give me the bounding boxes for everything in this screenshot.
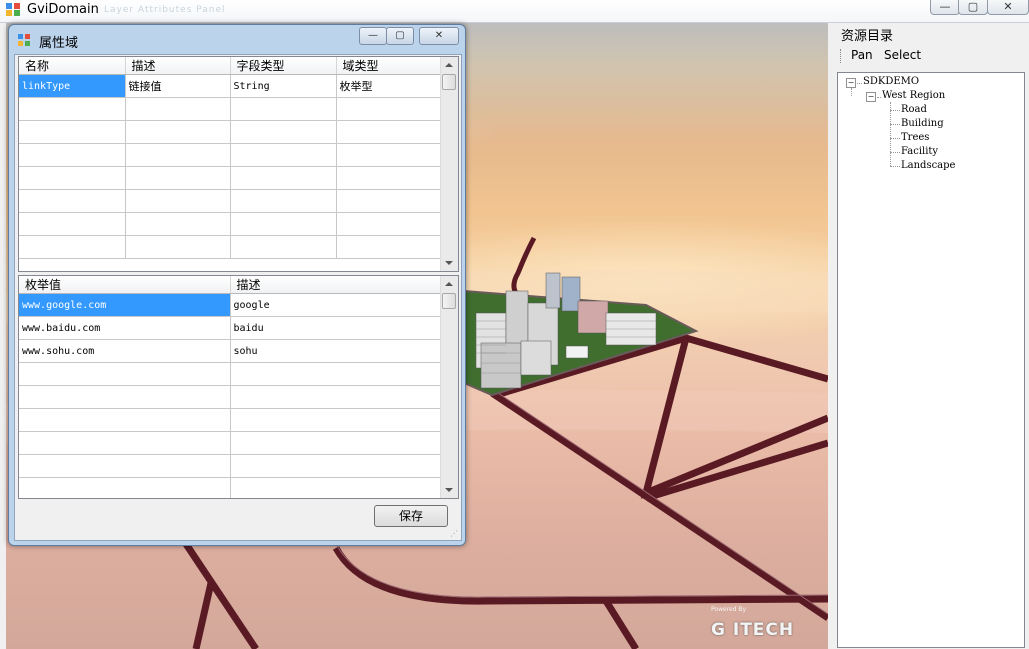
table-row[interactable] [19, 235, 442, 259]
cell-enum-value[interactable]: www.sohu.com [19, 339, 231, 363]
enum-values-table: 枚举值 描述 www.google.com google www.baidu.c… [19, 276, 442, 498]
dialog-close-button[interactable]: ✕ [419, 27, 459, 45]
table-row[interactable]: linkType 链接值 String 枚举型 [19, 74, 442, 98]
catalog-toolbar: Pan Select [836, 44, 1026, 68]
app-icon [6, 3, 20, 16]
collapse-west-region-icon[interactable]: − [866, 92, 876, 102]
table-row[interactable] [19, 454, 442, 478]
domains-header-row: 名称 描述 字段类型 域类型 [19, 57, 442, 75]
main-window-titlebar: GviDomain Layer Attributes Panel — ▢ ✕ [0, 0, 1029, 23]
cell-description[interactable]: 链接值 [125, 74, 231, 98]
table-row[interactable]: www.google.com google [19, 293, 442, 317]
table-row[interactable]: www.sohu.com sohu [19, 339, 442, 363]
cell-domain-type[interactable]: 枚举型 [336, 74, 442, 98]
col-header-value-description[interactable]: 描述 [230, 276, 442, 294]
domains-scrollbar[interactable] [440, 57, 458, 271]
panel-title: 资源目录 [841, 29, 894, 44]
powered-by-label: Powered By [711, 606, 747, 613]
cell-enum-value[interactable]: www.baidu.com [19, 316, 231, 340]
minimize-button[interactable]: — [930, 0, 960, 15]
scroll-down-icon[interactable] [445, 261, 453, 265]
dialog-minimize-button[interactable]: — [359, 27, 387, 45]
collapse-root-icon[interactable]: − [846, 78, 856, 88]
cell-name[interactable]: linkType [19, 74, 126, 98]
maximize-button[interactable]: ▢ [958, 0, 988, 15]
table-row[interactable] [19, 362, 442, 386]
table-row[interactable] [19, 166, 442, 190]
tree-node-root[interactable]: SDKDEMO [863, 76, 919, 87]
scroll-up-icon[interactable] [445, 63, 453, 67]
table-row[interactable]: www.baidu.com baidu [19, 316, 442, 340]
select-button[interactable]: Select [884, 48, 921, 62]
cell-value-description[interactable]: baidu [230, 316, 442, 340]
table-row[interactable] [19, 408, 442, 432]
window-title: GviDomain [27, 2, 99, 17]
tree-node-building[interactable]: Building [901, 118, 944, 129]
dialog-app-icon [18, 34, 30, 46]
table-row[interactable] [19, 97, 442, 121]
cell-value-description[interactable]: sohu [230, 339, 442, 363]
domains-table: 名称 描述 字段类型 域类型 linkType 链接值 String 枚举型 [19, 57, 442, 259]
scroll-thumb[interactable] [442, 74, 456, 90]
tree-node-landscape[interactable]: Landscape [901, 160, 955, 171]
cell-value-description[interactable]: google [230, 293, 442, 317]
table-row[interactable] [19, 143, 442, 167]
window-ghost-title: Layer Attributes Panel [104, 5, 226, 15]
tree-node-facility[interactable]: Facility [901, 146, 938, 157]
dialog-body: 名称 描述 字段类型 域类型 linkType 链接值 String 枚举型 枚… [14, 54, 462, 541]
col-header-enum-value[interactable]: 枚举值 [19, 276, 231, 294]
cell-enum-value[interactable]: www.google.com [19, 293, 231, 317]
scroll-thumb[interactable] [442, 293, 456, 309]
table-row[interactable] [19, 120, 442, 144]
table-row[interactable] [19, 189, 442, 213]
table-row[interactable] [19, 385, 442, 409]
resource-tree[interactable]: − SDKDEMO − West Region Road Building Tr… [837, 72, 1025, 648]
gvitech-logo: G ITECH [711, 620, 795, 640]
scroll-up-icon[interactable] [445, 282, 453, 286]
values-header-row: 枚举值 描述 [19, 276, 442, 294]
values-scrollbar[interactable] [440, 276, 458, 498]
cell-field-type[interactable]: String [230, 74, 337, 98]
resource-catalog-panel: 资源目录 Pan Select − SDKDEMO − West Region … [831, 23, 1029, 649]
dialog-maximize-button[interactable]: ▢ [386, 27, 414, 45]
scroll-down-icon[interactable] [445, 488, 453, 492]
attribute-domain-dialog: 属性域 — ▢ ✕ 名称 描述 字段类型 域类型 linkType 链接值 St… [8, 24, 466, 546]
save-button[interactable]: 保存 [374, 505, 448, 527]
tree-node-west-region[interactable]: West Region [882, 90, 945, 101]
domains-grid[interactable]: 名称 描述 字段类型 域类型 linkType 链接值 String 枚举型 [18, 56, 459, 272]
pan-button[interactable]: Pan [851, 48, 873, 62]
close-button[interactable]: ✕ [987, 0, 1029, 15]
col-header-name[interactable]: 名称 [19, 57, 126, 75]
tree-node-road[interactable]: Road [901, 104, 927, 115]
table-row[interactable] [19, 212, 442, 236]
col-header-domain-type[interactable]: 域类型 [336, 57, 442, 75]
col-header-field-type[interactable]: 字段类型 [230, 57, 337, 75]
resize-grip-icon[interactable]: ⋰ [450, 529, 458, 538]
tree-node-trees[interactable]: Trees [901, 132, 929, 143]
table-row[interactable] [19, 431, 442, 455]
col-header-description[interactable]: 描述 [125, 57, 231, 75]
enum-values-grid[interactable]: 枚举值 描述 www.google.com google www.baidu.c… [18, 275, 459, 499]
dialog-title: 属性域 [39, 36, 79, 51]
toolbar-grip-icon[interactable] [840, 49, 843, 63]
table-row[interactable] [19, 477, 442, 498]
